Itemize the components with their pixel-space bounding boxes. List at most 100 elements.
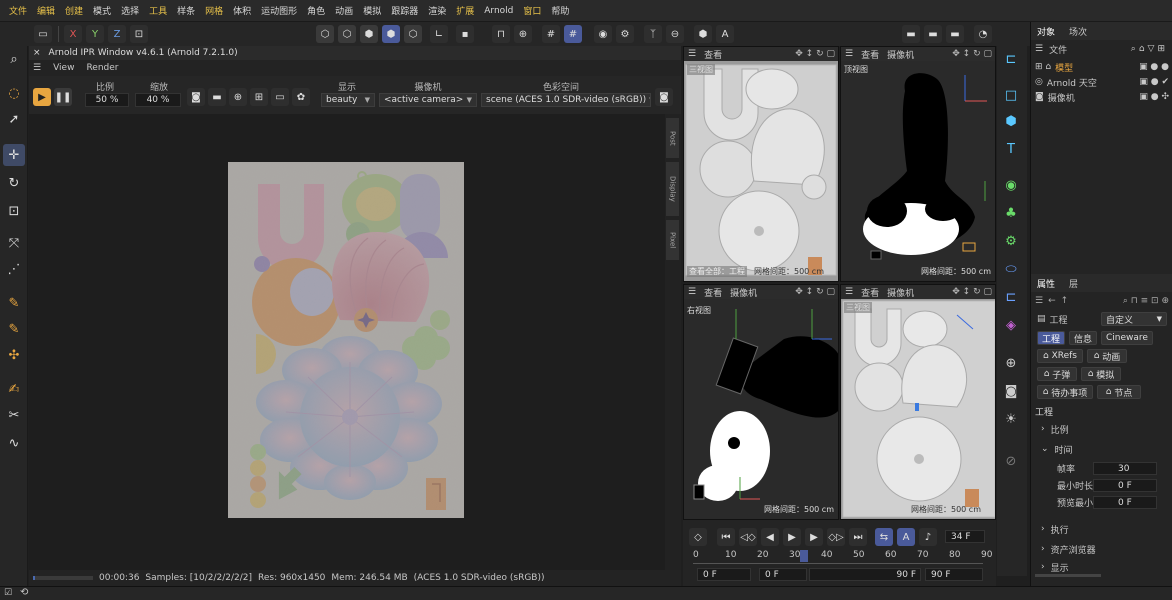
object-label[interactable]: 摄像机	[1048, 91, 1075, 104]
axis-y-button[interactable]: Y	[86, 25, 104, 43]
menu-item-5[interactable]: 工具	[144, 4, 172, 17]
viewport-top[interactable]: ☰ 查看 摄像机 ✥ ↕ ↻ ▢ 顶视图 网格间距：500 cm	[840, 46, 996, 282]
camera-snapshot-icon[interactable]: ◙	[655, 88, 673, 106]
attribute-tool-icons[interactable]: ⌕ ⊓ ≡ ⊡ ⊕	[1123, 296, 1172, 306]
polygons-mode-icon[interactable]: ⬢	[360, 25, 378, 43]
current-frame-field[interactable]: 34 F	[945, 530, 985, 543]
tab-animation[interactable]: ⌂ 动画	[1087, 349, 1127, 363]
play-forward-icon[interactable]: ▶	[783, 528, 801, 546]
next-key-icon[interactable]: ◇▷	[827, 528, 845, 546]
group-time[interactable]: ⌄ 时间	[1031, 442, 1172, 456]
tab-nodes[interactable]: ⌂ 节点	[1097, 385, 1141, 399]
spline-icon[interactable]: ⊏	[1000, 286, 1022, 308]
arnold-render-icon[interactable]: ⬢	[694, 25, 712, 43]
axis-x-button[interactable]: X	[64, 25, 82, 43]
hair-icon[interactable]: ◈	[1000, 314, 1022, 336]
object-label[interactable]: Arnold 天空	[1047, 76, 1097, 89]
snap-icon[interactable]: #	[564, 25, 582, 43]
search-icon[interactable]: ⌕	[3, 48, 25, 70]
preview-min-field[interactable]: 0 F	[1093, 496, 1157, 509]
menu-item-0[interactable]: 文件	[4, 4, 32, 17]
hamburger-icon[interactable]: ☰	[1035, 44, 1043, 54]
tab-display[interactable]: Display	[666, 162, 679, 216]
environment-icon[interactable]: ⊕	[1000, 352, 1022, 374]
menu-item-15[interactable]: 扩展	[451, 4, 479, 17]
cube-icon[interactable]: ⬢	[1000, 110, 1022, 132]
hamburger-icon[interactable]: ☰	[1035, 296, 1043, 306]
menu-item-17[interactable]: 窗口	[518, 4, 546, 17]
sculpt-icon[interactable]: ∿	[3, 432, 25, 454]
cinema4d-logo-icon[interactable]: ◔	[974, 25, 992, 43]
tab-objects[interactable]: 对象	[1037, 25, 1055, 38]
crop-icon[interactable]: ▭	[271, 88, 289, 106]
refresh-icon[interactable]: ⟲	[20, 587, 28, 598]
scrollbar[interactable]	[1035, 574, 1101, 577]
select-arrow-icon[interactable]: ➚	[3, 108, 25, 130]
group-asset-browser[interactable]: › 资产浏览器	[1031, 542, 1172, 556]
group-execute[interactable]: › 执行	[1031, 522, 1172, 536]
display-select[interactable]: beauty ▼	[321, 93, 375, 107]
go-end-icon[interactable]: ⏭	[849, 528, 867, 546]
workplane-icon[interactable]: ▪	[456, 25, 474, 43]
keyframe-icon[interactable]: ◇	[689, 528, 707, 546]
visibility-flags-icon[interactable]: ▣ ● ✔	[1139, 77, 1172, 87]
ratio-field[interactable]: 50 %	[85, 93, 129, 107]
start-frame-field[interactable]: 0 F	[697, 568, 751, 581]
prev-key-icon[interactable]: ◁◇	[739, 528, 757, 546]
object-row[interactable]: ◙ 摄像机 ▣ ● ✣	[1031, 90, 1172, 104]
camera-icon[interactable]: ◙	[1000, 380, 1022, 402]
uv-mode-icon[interactable]: ⬡	[404, 25, 422, 43]
object-tool-icons[interactable]: ⌕⌂▽⊞	[1131, 44, 1172, 54]
deformer-icon[interactable]: ⚙	[1000, 230, 1022, 252]
menu-item-7[interactable]: 网格	[200, 4, 228, 17]
end-frame-field[interactable]: 90 F	[925, 568, 983, 581]
tab-simulation[interactable]: ⌂ 模拟	[1081, 367, 1121, 381]
next-frame-icon[interactable]: ▶	[805, 528, 823, 546]
tab-xrefs[interactable]: ⌂ XRefs	[1037, 349, 1083, 363]
loop-icon[interactable]: ⇆	[875, 528, 893, 546]
region-icon[interactable]: ▬	[208, 88, 226, 106]
model-mode-icon[interactable]: ⬢	[382, 25, 400, 43]
viewport-menu-camera[interactable]: 摄像机	[887, 48, 914, 61]
scale-icon[interactable]: ⊡	[3, 200, 25, 222]
transform-icon[interactable]: ⤧	[3, 232, 25, 254]
disabled-tool-icon[interactable]: ⊘	[1000, 450, 1022, 472]
tab-bullet[interactable]: ⌂ 子弹	[1037, 367, 1077, 381]
viewport-front[interactable]: ☰ 查看 摄像机 ✥ ↕ ↻ ▢ 三视图 网格间距：500 cm	[840, 284, 996, 520]
go-start-icon[interactable]: ⏮	[717, 528, 735, 546]
viewport-nav-icons[interactable]: ✥ ↕ ↻ ▢	[795, 287, 838, 297]
menu-item-14[interactable]: 渲染	[423, 4, 451, 17]
tab-takes[interactable]: 场次	[1069, 25, 1087, 38]
viewport-nav-icons[interactable]: ✥ ↕ ↻ ▢	[952, 287, 995, 297]
tab-pixel[interactable]: Pixel	[666, 220, 679, 260]
menu-item-6[interactable]: 样条	[172, 4, 200, 17]
tab-post[interactable]: Post	[666, 118, 679, 158]
prev-frame-icon[interactable]: ◀	[761, 528, 779, 546]
extrude-icon[interactable]: ⋰	[3, 258, 25, 280]
menu-item-2[interactable]: 创建	[60, 4, 88, 17]
menu-hamburger-icon[interactable]: ☰	[845, 49, 853, 59]
min-time-field[interactable]: 0 F	[1093, 479, 1157, 492]
layout-icon-3[interactable]: ▬	[946, 25, 964, 43]
rotate-icon[interactable]: ↻	[3, 172, 25, 194]
viewport-menu-camera[interactable]: 摄像机	[887, 286, 914, 299]
viewport-menu-camera[interactable]: 摄像机	[730, 286, 757, 299]
visibility-flags-icon[interactable]: ▣ ● ✣	[1139, 92, 1172, 102]
arnold-a-icon[interactable]: A	[716, 25, 734, 43]
light-icon[interactable]: ☀	[1000, 408, 1022, 430]
play-icon[interactable]: ▶	[33, 88, 51, 106]
live-selection-icon[interactable]: ◌	[3, 82, 25, 104]
menu-item-13[interactable]: 跟踪器	[386, 4, 423, 17]
sound-icon[interactable]: ♪	[919, 528, 937, 546]
mirror-icon[interactable]: ⊖	[666, 25, 684, 43]
playhead-marker[interactable]	[799, 550, 808, 562]
field-icon[interactable]: ⬭	[1000, 258, 1022, 280]
object-row[interactable]: ⊞ ⌂ 模型 ▣ ● ●	[1031, 60, 1172, 74]
hamburger-icon[interactable]: ☰	[33, 63, 41, 73]
globe-icon[interactable]: ⊕	[229, 88, 247, 106]
group-display[interactable]: › 显示	[1031, 562, 1172, 572]
compare-icon[interactable]: ⊞	[250, 88, 268, 106]
layout-icon-2[interactable]: ▬	[924, 25, 942, 43]
timeline-ruler[interactable]: 0 10 20 30 40 50 60 70 80 90	[693, 550, 993, 566]
viewport-menu-view[interactable]: 查看	[861, 48, 879, 61]
